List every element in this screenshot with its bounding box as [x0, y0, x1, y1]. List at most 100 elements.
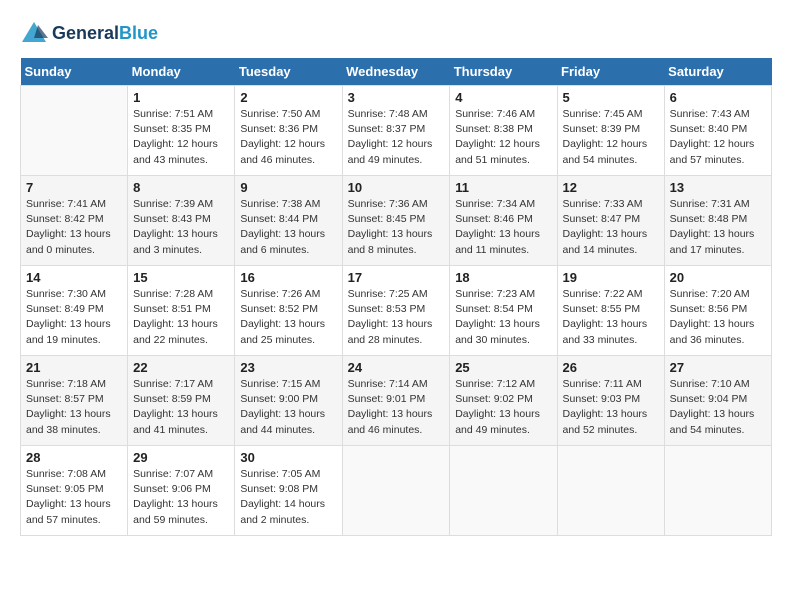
- day-number: 9: [240, 180, 336, 195]
- day-number: 5: [563, 90, 659, 105]
- day-number: 8: [133, 180, 229, 195]
- calendar-cell: 15 Sunrise: 7:28 AMSunset: 8:51 PMDayligh…: [128, 266, 235, 356]
- sun-info: Sunrise: 7:15 AMSunset: 9:00 PMDaylight:…: [240, 377, 336, 438]
- sun-info: Sunrise: 7:18 AMSunset: 8:57 PMDaylight:…: [26, 377, 122, 438]
- sun-info: Sunrise: 7:14 AMSunset: 9:01 PMDaylight:…: [348, 377, 445, 438]
- page-header: GeneralBlue: [20, 20, 772, 48]
- calendar-cell: 2 Sunrise: 7:50 AMSunset: 8:36 PMDaylight…: [235, 86, 342, 176]
- sun-info: Sunrise: 7:43 AMSunset: 8:40 PMDaylight:…: [670, 107, 766, 168]
- day-number: 4: [455, 90, 551, 105]
- calendar-cell: [557, 446, 664, 536]
- sun-info: Sunrise: 7:12 AMSunset: 9:02 PMDaylight:…: [455, 377, 551, 438]
- sun-info: Sunrise: 7:23 AMSunset: 8:54 PMDaylight:…: [455, 287, 551, 348]
- logo-text: GeneralBlue: [52, 24, 158, 44]
- weekday-header-row: SundayMondayTuesdayWednesdayThursdayFrid…: [21, 58, 772, 86]
- calendar-cell: 12 Sunrise: 7:33 AMSunset: 8:47 PMDayligh…: [557, 176, 664, 266]
- sun-info: Sunrise: 7:48 AMSunset: 8:37 PMDaylight:…: [348, 107, 445, 168]
- week-row: 28 Sunrise: 7:08 AMSunset: 9:05 PMDayligh…: [21, 446, 772, 536]
- sun-info: Sunrise: 7:33 AMSunset: 8:47 PMDaylight:…: [563, 197, 659, 258]
- day-number: 1: [133, 90, 229, 105]
- day-number: 21: [26, 360, 122, 375]
- calendar-cell: 6 Sunrise: 7:43 AMSunset: 8:40 PMDaylight…: [664, 86, 771, 176]
- day-number: 13: [670, 180, 766, 195]
- sun-info: Sunrise: 7:11 AMSunset: 9:03 PMDaylight:…: [563, 377, 659, 438]
- sun-info: Sunrise: 7:50 AMSunset: 8:36 PMDaylight:…: [240, 107, 336, 168]
- calendar-cell: 30 Sunrise: 7:05 AMSunset: 9:08 PMDayligh…: [235, 446, 342, 536]
- sun-info: Sunrise: 7:20 AMSunset: 8:56 PMDaylight:…: [670, 287, 766, 348]
- weekday-header: Monday: [128, 58, 235, 86]
- week-row: 7 Sunrise: 7:41 AMSunset: 8:42 PMDaylight…: [21, 176, 772, 266]
- calendar-cell: 7 Sunrise: 7:41 AMSunset: 8:42 PMDaylight…: [21, 176, 128, 266]
- sun-info: Sunrise: 7:17 AMSunset: 8:59 PMDaylight:…: [133, 377, 229, 438]
- day-number: 18: [455, 270, 551, 285]
- sun-info: Sunrise: 7:36 AMSunset: 8:45 PMDaylight:…: [348, 197, 445, 258]
- sun-info: Sunrise: 7:08 AMSunset: 9:05 PMDaylight:…: [26, 467, 122, 528]
- weekday-header: Sunday: [21, 58, 128, 86]
- sun-info: Sunrise: 7:26 AMSunset: 8:52 PMDaylight:…: [240, 287, 336, 348]
- sun-info: Sunrise: 7:41 AMSunset: 8:42 PMDaylight:…: [26, 197, 122, 258]
- week-row: 14 Sunrise: 7:30 AMSunset: 8:49 PMDayligh…: [21, 266, 772, 356]
- calendar-cell: 1Sunrise: 7:51 AMSunset: 8:35 PMDaylight…: [128, 86, 235, 176]
- calendar-cell: 16Sunrise: 7:26 AMSunset: 8:52 PMDayligh…: [235, 266, 342, 356]
- weekday-header: Friday: [557, 58, 664, 86]
- weekday-header: Wednesday: [342, 58, 450, 86]
- logo-icon: [20, 20, 48, 48]
- calendar-cell: 9 Sunrise: 7:38 AMSunset: 8:44 PMDaylight…: [235, 176, 342, 266]
- day-number: 7: [26, 180, 122, 195]
- sun-info: Sunrise: 7:10 AMSunset: 9:04 PMDaylight:…: [670, 377, 766, 438]
- day-number: 11: [455, 180, 551, 195]
- calendar-cell: 26 Sunrise: 7:11 AMSunset: 9:03 PMDayligh…: [557, 356, 664, 446]
- calendar-cell: 14 Sunrise: 7:30 AMSunset: 8:49 PMDayligh…: [21, 266, 128, 356]
- day-number: 17: [348, 270, 445, 285]
- calendar-cell: 29Sunrise: 7:07 AMSunset: 9:06 PMDayligh…: [128, 446, 235, 536]
- calendar-cell: 8Sunrise: 7:39 AMSunset: 8:43 PMDaylight…: [128, 176, 235, 266]
- calendar-cell: [450, 446, 557, 536]
- day-number: 24: [348, 360, 445, 375]
- week-row: 1Sunrise: 7:51 AMSunset: 8:35 PMDaylight…: [21, 86, 772, 176]
- day-number: 10: [348, 180, 445, 195]
- day-number: 27: [670, 360, 766, 375]
- day-number: 6: [670, 90, 766, 105]
- day-number: 12: [563, 180, 659, 195]
- day-number: 30: [240, 450, 336, 465]
- sun-info: Sunrise: 7:05 AMSunset: 9:08 PMDaylight:…: [240, 467, 336, 528]
- calendar-cell: 27 Sunrise: 7:10 AMSunset: 9:04 PMDayligh…: [664, 356, 771, 446]
- calendar-cell: 28 Sunrise: 7:08 AMSunset: 9:05 PMDayligh…: [21, 446, 128, 536]
- calendar-cell: 24 Sunrise: 7:14 AMSunset: 9:01 PMDayligh…: [342, 356, 450, 446]
- day-number: 23: [240, 360, 336, 375]
- calendar-cell: [21, 86, 128, 176]
- sun-info: Sunrise: 7:28 AMSunset: 8:51 PMDaylight:…: [133, 287, 229, 348]
- calendar-cell: 22 Sunrise: 7:17 AMSunset: 8:59 PMDayligh…: [128, 356, 235, 446]
- calendar-cell: 11 Sunrise: 7:34 AMSunset: 8:46 PMDayligh…: [450, 176, 557, 266]
- calendar-table: SundayMondayTuesdayWednesdayThursdayFrid…: [20, 58, 772, 536]
- calendar-cell: 19 Sunrise: 7:22 AMSunset: 8:55 PMDayligh…: [557, 266, 664, 356]
- day-number: 26: [563, 360, 659, 375]
- calendar-cell: 5Sunrise: 7:45 AMSunset: 8:39 PMDaylight…: [557, 86, 664, 176]
- sun-info: Sunrise: 7:46 AMSunset: 8:38 PMDaylight:…: [455, 107, 551, 168]
- sun-info: Sunrise: 7:30 AMSunset: 8:49 PMDaylight:…: [26, 287, 122, 348]
- day-number: 2: [240, 90, 336, 105]
- sun-info: Sunrise: 7:07 AMSunset: 9:06 PMDaylight:…: [133, 467, 229, 528]
- calendar-cell: 13Sunrise: 7:31 AMSunset: 8:48 PMDayligh…: [664, 176, 771, 266]
- week-row: 21 Sunrise: 7:18 AMSunset: 8:57 PMDayligh…: [21, 356, 772, 446]
- calendar-cell: 20Sunrise: 7:20 AMSunset: 8:56 PMDayligh…: [664, 266, 771, 356]
- sun-info: Sunrise: 7:34 AMSunset: 8:46 PMDaylight:…: [455, 197, 551, 258]
- calendar-cell: [664, 446, 771, 536]
- day-number: 3: [348, 90, 445, 105]
- logo: GeneralBlue: [20, 20, 158, 48]
- sun-info: Sunrise: 7:22 AMSunset: 8:55 PMDaylight:…: [563, 287, 659, 348]
- calendar-cell: 17Sunrise: 7:25 AMSunset: 8:53 PMDayligh…: [342, 266, 450, 356]
- day-number: 19: [563, 270, 659, 285]
- day-number: 22: [133, 360, 229, 375]
- calendar-cell: 10 Sunrise: 7:36 AMSunset: 8:45 PMDayligh…: [342, 176, 450, 266]
- day-number: 14: [26, 270, 122, 285]
- sun-info: Sunrise: 7:38 AMSunset: 8:44 PMDaylight:…: [240, 197, 336, 258]
- day-number: 25: [455, 360, 551, 375]
- calendar-cell: 3 Sunrise: 7:48 AMSunset: 8:37 PMDaylight…: [342, 86, 450, 176]
- day-number: 28: [26, 450, 122, 465]
- day-number: 15: [133, 270, 229, 285]
- calendar-cell: 18 Sunrise: 7:23 AMSunset: 8:54 PMDayligh…: [450, 266, 557, 356]
- calendar-cell: 25 Sunrise: 7:12 AMSunset: 9:02 PMDayligh…: [450, 356, 557, 446]
- calendar-cell: 21 Sunrise: 7:18 AMSunset: 8:57 PMDayligh…: [21, 356, 128, 446]
- weekday-header: Tuesday: [235, 58, 342, 86]
